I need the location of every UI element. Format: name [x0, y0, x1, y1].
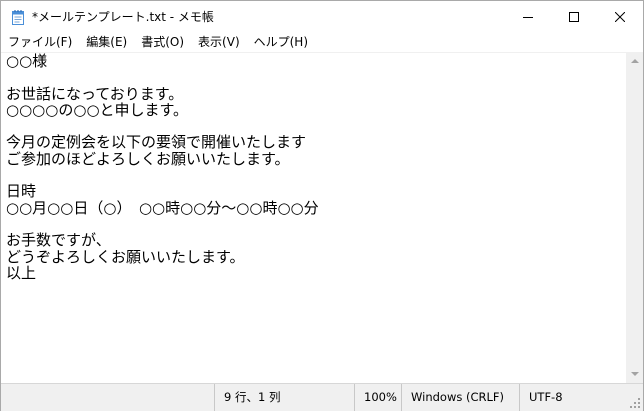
text-line: [1, 69, 626, 85]
text-line: お世話になっております。: [6, 85, 184, 102]
menu-view[interactable]: 表示(V): [191, 32, 247, 52]
status-cursor-position: 9 行、1 列: [214, 384, 354, 411]
text-line: ○○様: [6, 53, 48, 70]
chevron-up-icon: [630, 59, 639, 63]
scroll-up-button[interactable]: [626, 52, 643, 69]
caption-buttons: [505, 1, 643, 32]
status-zoom: 100%: [354, 384, 401, 411]
resize-grip-icon[interactable]: [629, 397, 641, 409]
close-icon: [615, 11, 625, 22]
minimize-button[interactable]: [505, 1, 551, 32]
notepad-icon[interactable]: [10, 9, 26, 25]
menu-edit[interactable]: 編集(E): [79, 32, 134, 52]
scroll-down-button[interactable]: [626, 366, 643, 383]
text-editor[interactable]: ○○様 お世話になっております。 ○○○○の○○と申します。 今月の定例会を以下…: [1, 52, 626, 384]
text-line: ○○月○○日（○） ○○時○○分～○○時○○分: [6, 199, 319, 216]
text-line: [1, 216, 626, 232]
text-line: お手数ですが、: [6, 232, 111, 249]
maximize-icon: [569, 11, 579, 22]
chevron-down-icon: [630, 372, 639, 376]
window-title: *メールテンプレート.txt - メモ帳: [32, 10, 214, 24]
maximize-button[interactable]: [551, 1, 597, 32]
vertical-scrollbar[interactable]: [626, 52, 643, 383]
text-line: [1, 167, 626, 183]
menu-format[interactable]: 書式(O): [134, 32, 191, 52]
text-line: 以上: [6, 264, 37, 282]
text-line: [1, 118, 626, 134]
notepad-window: *メールテンプレート.txt - メモ帳 ファイル(F) 編集(E) 書式(O)…: [0, 0, 644, 411]
text-line: ご参加のほどよろしくお願いいたします。: [6, 150, 290, 168]
close-button[interactable]: [597, 1, 643, 32]
status-bar: 9 行、1 列 100% Windows (CRLF) UTF-8: [1, 383, 643, 411]
title-bar[interactable]: *メールテンプレート.txt - メモ帳: [1, 1, 643, 32]
text-line: ○○○○の○○と申します。: [6, 101, 189, 119]
text-line: 今月の定例会を以下の要領で開催いたします: [6, 134, 307, 151]
menu-file[interactable]: ファイル(F): [1, 32, 79, 52]
menu-help[interactable]: ヘルプ(H): [247, 32, 315, 52]
text-line: どうぞよろしくお願いいたします。: [6, 248, 245, 265]
scroll-track[interactable]: [628, 69, 641, 366]
status-encoding: UTF-8: [519, 384, 626, 411]
status-line-ending: Windows (CRLF): [401, 384, 519, 411]
menu-bar: ファイル(F) 編集(E) 書式(O) 表示(V) ヘルプ(H): [1, 32, 643, 52]
text-line: 日時: [6, 183, 37, 200]
minimize-icon: [523, 16, 533, 18]
